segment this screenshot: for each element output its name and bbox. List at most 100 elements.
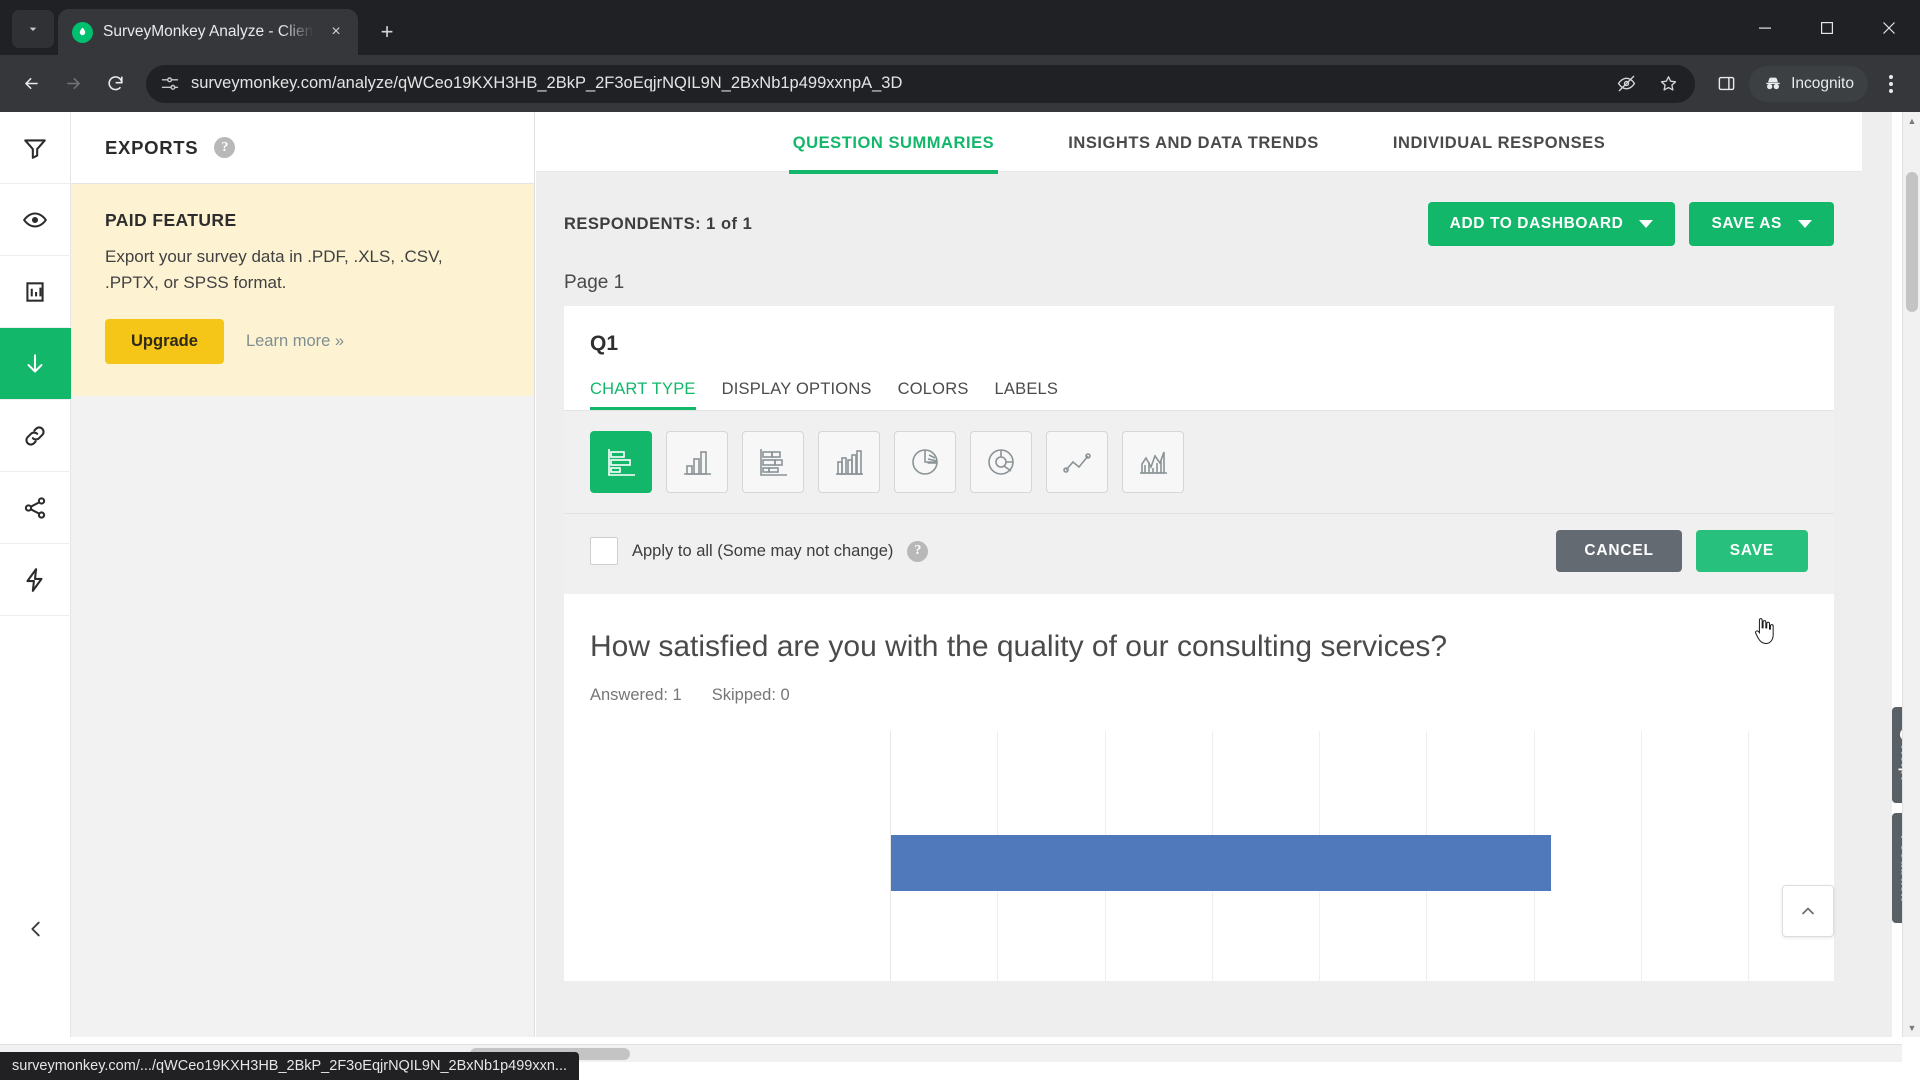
scroll-to-top-button[interactable] bbox=[1782, 885, 1834, 937]
exports-title: EXPORTS bbox=[105, 136, 199, 158]
add-to-dashboard-button[interactable]: ADD TO DASHBOARD bbox=[1427, 202, 1676, 246]
left-icon-rail bbox=[0, 112, 71, 1037]
tab-colors[interactable]: COLORS bbox=[898, 380, 969, 410]
add-to-dashboard-label: ADD TO DASHBOARD bbox=[1449, 215, 1624, 232]
apply-to-all-row: Apply to all (Some may not change) ? CAN… bbox=[564, 514, 1834, 594]
vertical-bar-chart-icon bbox=[684, 451, 711, 475]
address-bar[interactable]: surveymonkey.com/analyze/qWCeo19KXH3HB_2… bbox=[146, 64, 1696, 103]
question-card-header: Q1 bbox=[564, 306, 1834, 356]
browser-tab[interactable]: SurveyMonkey Analyze - Client × bbox=[58, 9, 358, 55]
sidebar-item-view[interactable] bbox=[0, 184, 71, 256]
chart-type-donut[interactable] bbox=[970, 431, 1032, 493]
hidden-eye-icon[interactable] bbox=[1613, 71, 1639, 97]
tab-display-options[interactable]: DISPLAY OPTIONS bbox=[722, 380, 872, 410]
chevron-left-icon bbox=[30, 921, 40, 937]
main-content: QUESTION SUMMARIES INSIGHTS AND DATA TRE… bbox=[536, 112, 1892, 1037]
browser-window: SurveyMonkey Analyze - Client × + survey… bbox=[0, 0, 1920, 1080]
answered-count: Answered: 1 bbox=[590, 685, 682, 704]
area-chart-icon bbox=[1140, 451, 1167, 474]
paid-feature-card: PAID FEATURE Export your survey data in … bbox=[71, 184, 534, 396]
chart-type-stacked-horizontal-bar[interactable] bbox=[742, 431, 804, 493]
learn-more-link[interactable]: Learn more » bbox=[246, 332, 344, 351]
scroll-down-arrow[interactable]: ▼ bbox=[1903, 1019, 1920, 1037]
respondents-count: RESPONDENTS: 1 of 1 bbox=[564, 214, 753, 233]
scroll-up-arrow[interactable]: ▲ bbox=[1903, 112, 1920, 130]
new-tab-button[interactable]: + bbox=[370, 15, 404, 49]
paid-feature-description: Export your survey data in .PDF, .XLS, .… bbox=[105, 247, 443, 293]
chevron-down-icon bbox=[29, 27, 37, 31]
paid-feature-badge: PAID FEATURE bbox=[105, 210, 237, 230]
site-settings-icon[interactable] bbox=[160, 74, 180, 94]
vertical-scrollbar[interactable]: ▲ ▼ bbox=[1902, 112, 1920, 1037]
url-text[interactable]: surveymonkey.com/analyze/qWCeo19KXH3HB_2… bbox=[191, 74, 1602, 93]
help-icon[interactable]: ? bbox=[907, 540, 929, 562]
collapse-panel-button[interactable] bbox=[0, 899, 71, 959]
page-label: Page 1 bbox=[564, 272, 625, 293]
chart-edit-actions: CANCEL SAVE bbox=[1556, 530, 1808, 572]
browser-toolbar: surveymonkey.com/analyze/qWCeo19KXH3HB_2… bbox=[0, 55, 1920, 112]
sidebar-item-share-network[interactable] bbox=[0, 472, 71, 544]
horizontal-bar-chart-icon bbox=[608, 449, 635, 476]
window-controls bbox=[1734, 0, 1920, 55]
browser-menu-button[interactable] bbox=[1874, 67, 1908, 101]
chart-type-vertical-bar[interactable] bbox=[666, 431, 728, 493]
vertical-scroll-thumb[interactable] bbox=[1906, 172, 1918, 312]
paid-feature-actions: Upgrade Learn more » bbox=[105, 318, 500, 364]
sidebar-item-share-link[interactable] bbox=[0, 400, 71, 472]
incognito-label: Incognito bbox=[1791, 74, 1854, 92]
sidebar-item-filter[interactable] bbox=[0, 112, 71, 184]
tab-labels[interactable]: LABELS bbox=[995, 380, 1059, 410]
pie-chart-icon bbox=[912, 449, 938, 475]
close-window-button[interactable] bbox=[1858, 0, 1920, 55]
minimize-button[interactable] bbox=[1734, 0, 1796, 55]
apply-to-all-checkbox[interactable] bbox=[590, 537, 618, 565]
save-as-label: SAVE AS bbox=[1711, 215, 1782, 232]
close-icon[interactable]: × bbox=[324, 20, 348, 44]
sidebar-item-presentation[interactable] bbox=[0, 256, 71, 328]
chart-type-horizontal-bar[interactable] bbox=[590, 431, 652, 493]
lightning-bolt-icon bbox=[26, 567, 43, 592]
tab-chart-type[interactable]: CHART TYPE bbox=[590, 380, 696, 410]
forward-button[interactable] bbox=[54, 65, 92, 103]
tab-insights-and-data-trends[interactable]: INSIGHTS AND DATA TRENDS bbox=[1064, 112, 1323, 174]
sidebar-item-integrations[interactable] bbox=[0, 544, 71, 616]
cancel-button[interactable]: CANCEL bbox=[1556, 530, 1682, 572]
chart-type-pie[interactable] bbox=[894, 431, 956, 493]
save-as-button[interactable]: SAVE AS bbox=[1689, 202, 1834, 246]
donut-chart-icon bbox=[988, 449, 1014, 475]
reload-button[interactable] bbox=[96, 65, 134, 103]
content-scroll-region: RESPONDENTS: 1 of 1 ADD TO DASHBOARD SAV… bbox=[536, 172, 1892, 981]
tab-question-summaries[interactable]: QUESTION SUMMARIES bbox=[788, 112, 999, 174]
tab-search-button[interactable] bbox=[12, 10, 54, 48]
stacked-horizontal-bar-chart-icon bbox=[760, 449, 787, 476]
chart-type-line[interactable] bbox=[1046, 431, 1108, 493]
surveymonkey-logo-icon bbox=[72, 21, 93, 43]
tab-title: SurveyMonkey Analyze - Client bbox=[103, 23, 314, 40]
summary-actions: ADD TO DASHBOARD SAVE AS bbox=[1427, 202, 1834, 246]
chevron-down-icon bbox=[1639, 220, 1654, 228]
upgrade-button[interactable]: Upgrade bbox=[105, 318, 224, 364]
sidebar-item-exports[interactable] bbox=[0, 328, 71, 400]
bookmark-star-icon[interactable] bbox=[1655, 71, 1681, 97]
incognito-indicator[interactable]: Incognito bbox=[1749, 65, 1868, 102]
tab-strip: SurveyMonkey Analyze - Client × + bbox=[0, 0, 1920, 55]
skipped-count: Skipped: 0 bbox=[711, 685, 790, 704]
status-bubble: surveymonkey.com/.../qWCeo19KXH3HB_2BkP_… bbox=[0, 1052, 580, 1080]
chart-type-picker bbox=[564, 411, 1834, 514]
line-chart-icon bbox=[1063, 453, 1091, 473]
maximize-button[interactable] bbox=[1796, 0, 1858, 55]
share-nodes-icon bbox=[24, 496, 46, 519]
help-icon[interactable]: ? bbox=[214, 137, 236, 158]
chart-option-tabs: CHART TYPE DISPLAY OPTIONS COLORS LABELS bbox=[564, 356, 1834, 410]
chart-type-grouped-column[interactable] bbox=[818, 431, 880, 493]
tab-individual-responses[interactable]: INDIVIDUAL RESPONSES bbox=[1389, 112, 1609, 174]
back-button[interactable] bbox=[12, 65, 50, 103]
chart-type-area[interactable] bbox=[1122, 431, 1184, 493]
download-arrow-icon bbox=[27, 353, 43, 373]
chevron-down-icon bbox=[1798, 220, 1812, 228]
apply-to-all-group: Apply to all (Some may not change) ? bbox=[590, 537, 929, 565]
side-panel-button[interactable] bbox=[1707, 65, 1745, 103]
presentation-chart-icon bbox=[26, 281, 44, 302]
page-viewport: EXPORTS ? PAID FEATURE Export your surve… bbox=[0, 112, 1920, 1080]
save-button[interactable]: SAVE bbox=[1695, 530, 1808, 572]
